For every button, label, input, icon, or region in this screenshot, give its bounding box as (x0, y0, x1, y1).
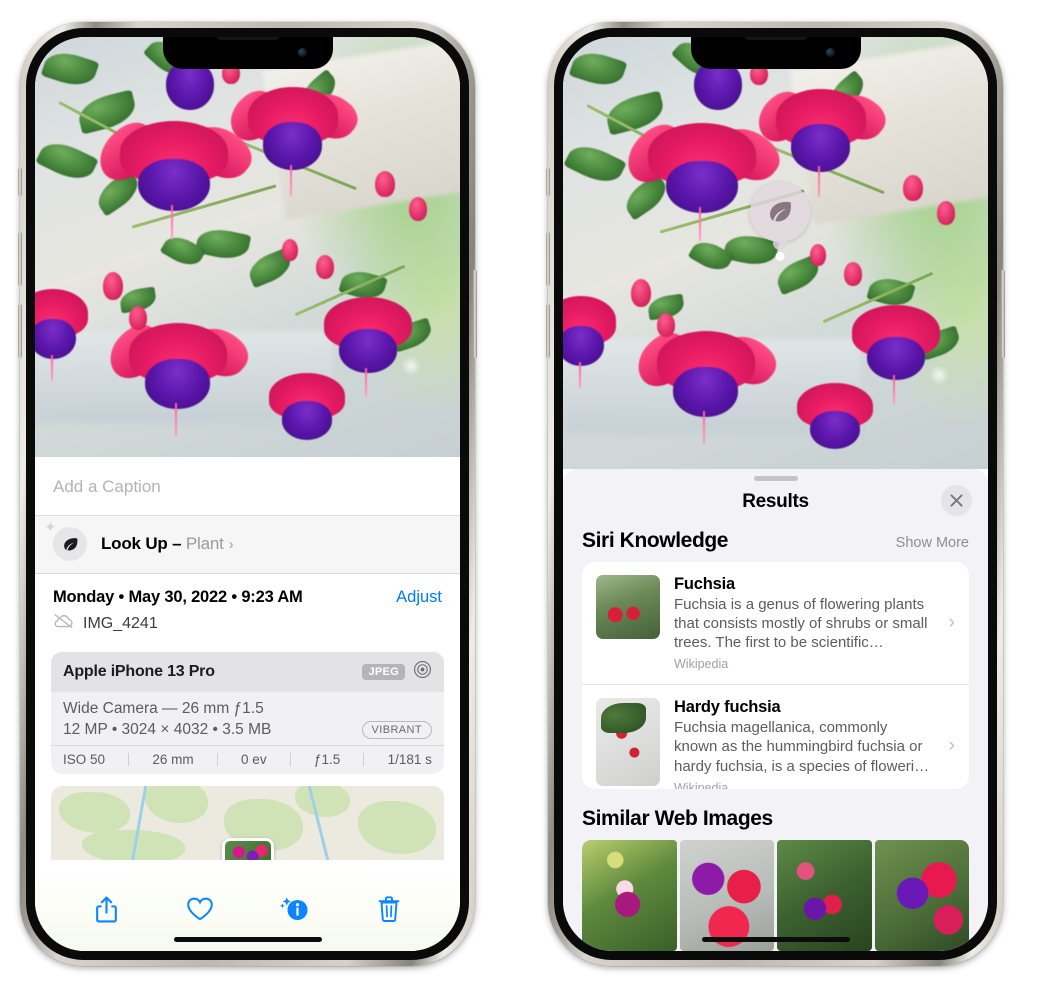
delete-button[interactable] (369, 889, 409, 929)
silent-switch[interactable] (546, 168, 550, 196)
result-description: Fuchsia is a genus of flowering plants t… (674, 595, 928, 651)
earpiece-speaker (216, 37, 279, 40)
adjust-button[interactable]: Adjust (396, 588, 442, 607)
photo-metadata: Monday • May 30, 2022 • 9:23 AM Adjust I… (35, 574, 460, 644)
power-button[interactable] (473, 270, 477, 358)
power-button[interactable] (1001, 270, 1005, 358)
exif-aperture: ƒ1.5 (313, 752, 341, 767)
hardy-fuchsia-thumbnail (596, 698, 660, 787)
result-source: Wikipedia (674, 780, 729, 790)
leaf-icon: ✦ (44, 520, 87, 561)
show-more-button[interactable]: Show More (896, 535, 969, 551)
photo-viewer[interactable] (35, 37, 460, 457)
results-title: Results (742, 490, 809, 512)
close-button[interactable] (941, 484, 972, 516)
map-pin-thumbnail (224, 840, 271, 860)
right-phone-device: Results Siri Knowledge Show More Fuchsia… (546, 22, 1005, 966)
sparkle-icon: ✦ (44, 519, 57, 536)
close-icon (950, 494, 963, 507)
chevron-right-icon: › (948, 611, 955, 633)
result-description: Fuchsia magellanica, commonly known as t… (674, 719, 930, 775)
left-phone-bezel: Add a Caption ✦ Look Up – Plant › Monday… (26, 28, 469, 960)
result-source: Wikipedia (674, 657, 729, 672)
favorite-button[interactable] (180, 889, 220, 929)
location-map[interactable] (51, 786, 444, 860)
chevron-right-icon: › (948, 735, 955, 757)
notch (690, 37, 861, 69)
visual-look-up-marker[interactable] (750, 182, 810, 242)
siri-knowledge-card: Fuchsia Fuchsia is a genus of flowering … (582, 561, 969, 790)
fuchsia-thumbnail (596, 574, 660, 639)
right-phone-bezel: Results Siri Knowledge Show More Fuchsia… (554, 28, 997, 960)
volume-down-button[interactable] (18, 304, 22, 358)
exif-divider (128, 753, 130, 766)
lens-info: Wide Camera — 26 mm ƒ1.5 (63, 700, 264, 717)
look-up-row[interactable]: ✦ Look Up – Plant › (35, 515, 460, 574)
siri-knowledge-header: Siri Knowledge Show More (563, 527, 988, 562)
list-item[interactable]: Fuchsia Fuchsia is a genus of flowering … (582, 562, 969, 685)
look-up-label: Look Up – Plant › (101, 534, 234, 554)
photo-filename: IMG_4241 (83, 614, 158, 632)
look-up-title: Look Up – (101, 534, 186, 553)
web-image-4[interactable] (874, 840, 969, 951)
exif-focal-length: 26 mm (152, 752, 194, 767)
info-button[interactable] (275, 889, 315, 929)
left-phone-screen: Add a Caption ✦ Look Up – Plant › Monday… (35, 37, 460, 951)
photo-viewer[interactable] (563, 37, 988, 469)
leaf-icon (769, 201, 791, 222)
look-up-subject: Plant (185, 534, 224, 553)
photographic-style-badge: VIBRANT (361, 721, 432, 739)
share-button[interactable] (86, 889, 126, 929)
volume-down-button[interactable] (546, 304, 550, 358)
similar-web-images-title: Similar Web Images (582, 807, 773, 831)
chevron-right-icon: › (228, 536, 234, 553)
front-camera-icon (825, 48, 835, 57)
photo-date: Monday • May 30, 2022 • 9:23 AM (53, 588, 303, 606)
similar-web-images-header: Similar Web Images (563, 789, 988, 840)
left-phone-device: Add a Caption ✦ Look Up – Plant › Monday… (18, 22, 477, 966)
exif-divider (216, 753, 218, 766)
exif-row: ISO 50 26 mm 0 ev ƒ1.5 1/181 s (51, 745, 444, 774)
image-specs: 12 MP • 3024 × 4032 • 3.5 MB (63, 721, 272, 738)
volume-up-button[interactable] (546, 232, 550, 286)
earpiece-speaker (744, 37, 807, 40)
similar-web-images-strip[interactable] (563, 840, 988, 951)
exif-iso: ISO 50 (63, 752, 106, 767)
siri-knowledge-title: Siri Knowledge (582, 528, 729, 552)
screenshot-canvas: Add a Caption ✦ Look Up – Plant › Monday… (0, 0, 1055, 985)
map-photo-pin[interactable] (221, 837, 274, 860)
volume-up-button[interactable] (18, 232, 22, 286)
result-title: Fuchsia (674, 574, 735, 593)
cloud-slash-icon (53, 613, 74, 634)
exif-shutter-speed: 1/181 s (387, 752, 432, 767)
caption-placeholder: Add a Caption (53, 477, 161, 496)
camera-device-name: Apple iPhone 13 Pro (63, 663, 215, 680)
results-header: Results (563, 481, 988, 527)
camera-card-header: Apple iPhone 13 Pro JPEG (51, 652, 444, 692)
camera-info-card: Apple iPhone 13 Pro JPEG Wide Camera — 2… (51, 652, 444, 774)
notch (162, 37, 333, 69)
right-phone-screen: Results Siri Knowledge Show More Fuchsia… (563, 37, 988, 951)
camera-card-body: Wide Camera — 26 mm ƒ1.5 12 MP • 3024 × … (51, 692, 444, 745)
exif-divider (363, 753, 365, 766)
result-title: Hardy fuchsia (674, 698, 781, 717)
silent-switch[interactable] (18, 168, 22, 196)
results-sheet: Results Siri Knowledge Show More Fuchsia… (563, 469, 988, 951)
caption-input[interactable]: Add a Caption (35, 457, 460, 515)
exif-divider (289, 753, 291, 766)
web-image-3[interactable] (777, 840, 872, 951)
front-camera-icon (297, 48, 307, 57)
list-item[interactable]: Hardy fuchsia Fuchsia magellanica, commo… (582, 684, 969, 789)
exif-exposure-comp: 0 ev (241, 752, 267, 767)
home-indicator[interactable] (701, 937, 850, 942)
web-image-2[interactable] (679, 840, 774, 951)
web-image-1[interactable] (582, 840, 677, 951)
home-indicator[interactable] (173, 937, 322, 942)
format-badge: JPEG (362, 664, 405, 680)
aperture-icon (413, 660, 432, 684)
photo-info-sheet: Add a Caption ✦ Look Up – Plant › Monday… (35, 457, 460, 951)
